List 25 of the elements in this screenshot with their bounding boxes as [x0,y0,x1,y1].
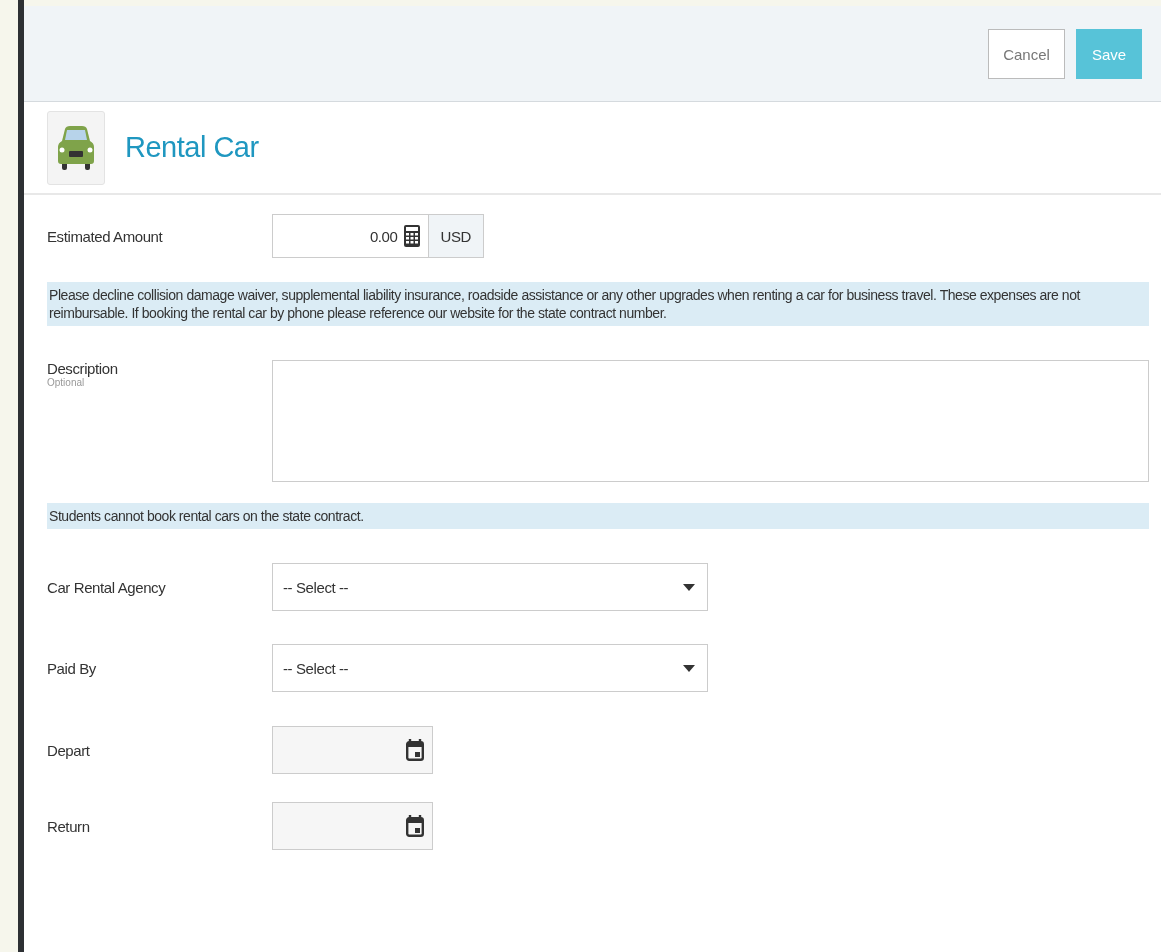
field-label: Paid By [47,659,96,677]
field-label: Description [47,360,119,377]
field-label: Depart [47,741,90,759]
caret-icon [683,583,695,591]
dropdown[interactable]: -- Select -- [272,644,708,692]
dropdown[interactable]: -- Select -- [272,563,708,611]
calculator-icon[interactable] [403,225,420,247]
caret-icon [683,664,695,672]
page-title: Rental Car [125,131,259,164]
date-field[interactable] [272,802,433,850]
calendar-icon[interactable] [406,739,424,761]
field-label: Car Rental Agency [47,578,166,596]
optional-hint: Optional [47,377,85,388]
field-label: Estimated Amount [47,227,163,245]
amount-field[interactable]: 0.00 USD [272,214,484,258]
info-message: Please decline collision damage waiver, supplemental liability insurance, roadside assistance or any other upgrades when renting a car for business travel. These expenses are not reimbursable. If booking the rental car by phone please reference our website for the state contract number. [47,282,1149,326]
calendar-icon[interactable] [406,815,424,837]
currency-label: USD [427,215,483,257]
info-message: Students cannot book rental cars on the state contract. [47,503,1149,529]
cancel-button[interactable]: Cancel [988,29,1065,79]
description-field[interactable] [272,360,1149,482]
field-label: Return [47,817,90,835]
date-field[interactable] [272,726,433,774]
car-icon [57,124,95,171]
amount-value: 0.00 [368,227,399,245]
